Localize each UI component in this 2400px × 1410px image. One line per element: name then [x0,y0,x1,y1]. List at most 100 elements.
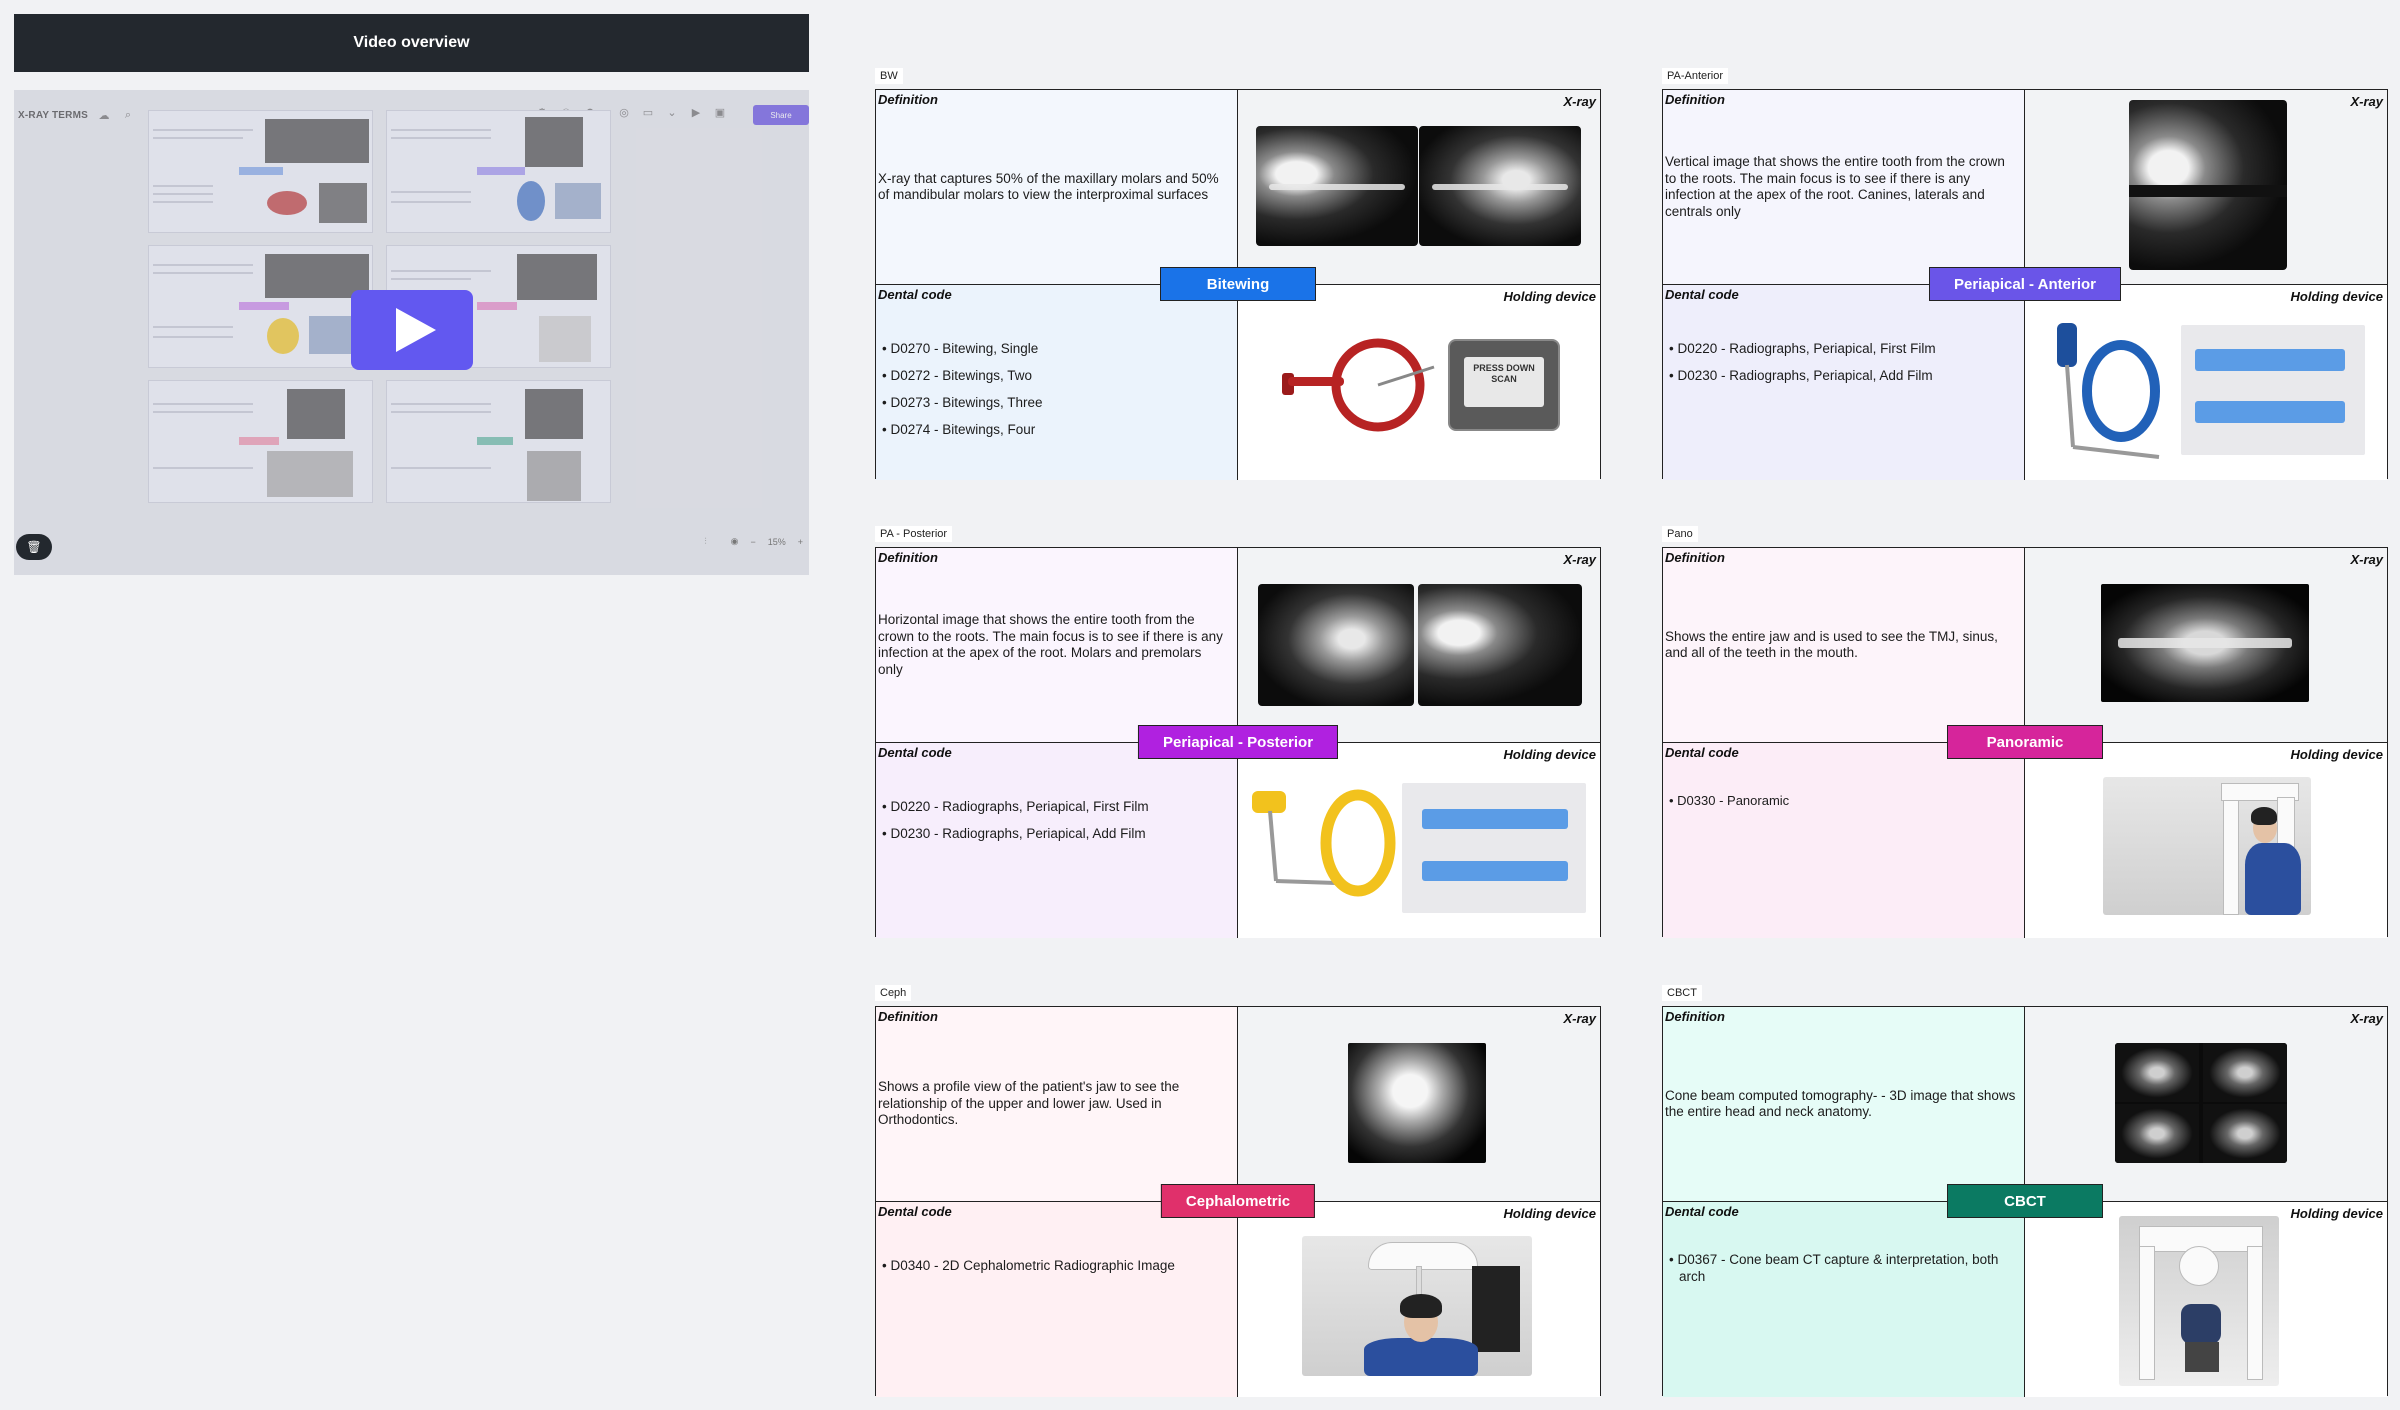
dental-code-cell: Dental code D0270 - Bitewing, Single D02… [876,285,1238,480]
code-item: D0230 - Radiographs, Periapical, Add Fil… [1669,362,1936,389]
sensor-label: PRESS DOWN SCAN [1464,357,1544,407]
cbct-xray-image [2115,1043,2287,1163]
dental-code-title: Dental code [878,287,952,302]
definition-text: Horizontal image that shows the entire t… [878,612,1223,677]
cephalometric-machine-photo [1302,1236,1532,1376]
comment-icon: ▭ [642,106,654,119]
collab-icon: ◎ [619,106,629,119]
posterior-holder-ring-image [1252,789,1396,897]
layout-icon: ⫶ [704,536,707,546]
xray-title: X-ray [2350,94,2383,109]
dental-code-cell: Dental code D0220 - Radiographs, Periapi… [876,743,1238,938]
dental-code-cell: Dental code D0340 - 2D Cephalometric Rad… [876,1202,1238,1397]
holding-device-title: Holding device [2290,747,2383,762]
code-item: D0270 - Bitewing, Single [882,335,1043,362]
code-item: D0220 - Radiographs, Periapical, First F… [1669,335,1935,362]
periapical-anterior-xray-image [2129,100,2287,270]
xray-title: X-ray [1563,94,1596,109]
zoom-level: 15% [767,536,786,547]
zoom-in-button: + [797,536,803,547]
video-overview-header: Video overview [14,14,809,72]
dental-code-title: Dental code [878,1204,952,1219]
holding-device-cell: Holding device PRESS DOWN SCAN [1238,285,1600,480]
cbct-machine-photo [2119,1216,2279,1386]
banner-periapical-anterior: Periapical - Anterior [1929,267,2121,301]
xray-cell: X-ray [1238,548,1600,743]
anterior-holder-ring-image [2057,323,2160,459]
definition-text: Vertical image that shows the entire too… [1665,154,2005,219]
banner-panoramic: Panoramic [1947,725,2103,759]
holding-device-cell: Holding device [1238,1202,1600,1397]
definition-cell: Definition Vertical image that shows the… [1663,90,2025,285]
code-item: D0274 - Bitewings, Four [882,416,1043,443]
periapical-posterior-xray-image [1258,584,1414,706]
holding-device-title: Holding device [2290,289,2383,304]
xray-cell: X-ray [2025,1007,2387,1202]
holding-device-cell: Holding device [2025,1202,2387,1397]
trash-icon: 🗑 [16,534,52,560]
code-item: D0272 - Bitewings, Two [882,362,1043,389]
banner-cbct: CBCT [1947,1184,2103,1218]
code-list: D0340 - 2D Cephalometric Radiographic Im… [882,1252,1174,1279]
share-button: Share [753,105,809,125]
mini-card-pa-posterior [148,245,373,368]
panoramic-xray-image [2101,584,2309,702]
share-label: Share [770,110,792,120]
periapical-posterior-xray-image [1418,584,1582,706]
mini-card-pa-anterior [386,110,611,233]
code-list: D0270 - Bitewing, Single D0272 - Bitewin… [882,335,1043,443]
dental-code-title: Dental code [878,745,952,760]
holding-device-cell: Holding device [2025,743,2387,938]
banner-bitewing: Bitewing [1160,267,1316,301]
xray-cell: X-ray [2025,90,2387,285]
definition-text: X-ray that captures 50% of the maxillary… [878,170,1219,203]
definition-text: Shows the entire jaw and is used to see … [1665,628,1998,661]
card-label: Ceph [875,985,912,1001]
card-label: PA-Anterior [1662,68,1729,84]
definition-cell: Definition Shows a profile view of the p… [876,1007,1238,1202]
focus-icon: ◉ [730,536,739,546]
code-item: D0330 - Panoramic [1669,793,1789,810]
xray-cell: X-ray [1238,1007,1600,1202]
code-list: D0367 - Cone beam CT capture & interpret… [1669,1252,2009,1285]
anterior-bite-block-image [2181,325,2365,455]
code-list: D0220 - Radiographs, Periapical, First F… [882,793,1149,847]
code-list: D0220 - Radiographs, Periapical, First F… [1669,335,1936,389]
code-item: D0230 - Radiographs, Periapical, Add Fil… [882,820,1149,847]
bitewing-xray-image [1256,126,1418,246]
present-icon: ▶ [691,106,701,119]
video-player[interactable]: X-RAY TERMS ☁ ⌕ ≡ ↶ ↷ ⚙ ☺ ☻ ◎ ▭ ⌄ ▶ ▣ Sh… [14,90,809,575]
xray-cell: X-ray [2025,548,2387,743]
definition-cell: Definition X-ray that captures 50% of th… [876,90,1238,285]
dental-code-title: Dental code [1665,287,1739,302]
mini-card-cbct [386,380,611,503]
sensor-image: PRESS DOWN SCAN [1448,339,1560,431]
xray-title: X-ray [2350,552,2383,567]
play-button[interactable] [351,290,473,370]
play-icon [396,308,436,352]
code-item: D0273 - Bitewings, Three [882,389,1042,416]
video-icon: ▣ [714,106,726,119]
card-label: PA - Posterior [875,526,953,542]
card-label: BW [875,68,903,84]
dental-code-cell: Dental code D0367 - Cone beam CT capture… [1663,1202,2025,1397]
holding-device-cell: Holding device [1238,743,1600,938]
xray-title: X-ray [2350,1011,2383,1026]
definition-text: Cone beam computed tomography- - 3D imag… [1665,1087,2016,1120]
dental-code-title: Dental code [1665,1204,1739,1219]
xray-title: X-ray [1563,1011,1596,1026]
board-title: X-RAY TERMS [18,109,88,121]
cephalometric-xray-image [1348,1043,1486,1163]
chevron-down-icon: ⌄ [667,106,677,119]
dental-code-cell: Dental code D0330 - Panoramic [1663,743,2025,938]
holding-device-title: Holding device [1503,747,1596,762]
holding-device-title: Holding device [2290,1206,2383,1221]
holding-device-title: Holding device [1503,289,1596,304]
definition-text: Shows a profile view of the patient's ja… [878,1079,1180,1128]
mini-card-bitewing [148,110,373,233]
banner-cephalometric: Cephalometric [1160,1184,1316,1218]
code-list: D0330 - Panoramic [1669,793,1789,810]
holding-device-title: Holding device [1503,1206,1596,1221]
code-item: D0340 - 2D Cephalometric Radiographic Im… [882,1252,1174,1279]
holding-device-cell: Holding device [2025,285,2387,480]
